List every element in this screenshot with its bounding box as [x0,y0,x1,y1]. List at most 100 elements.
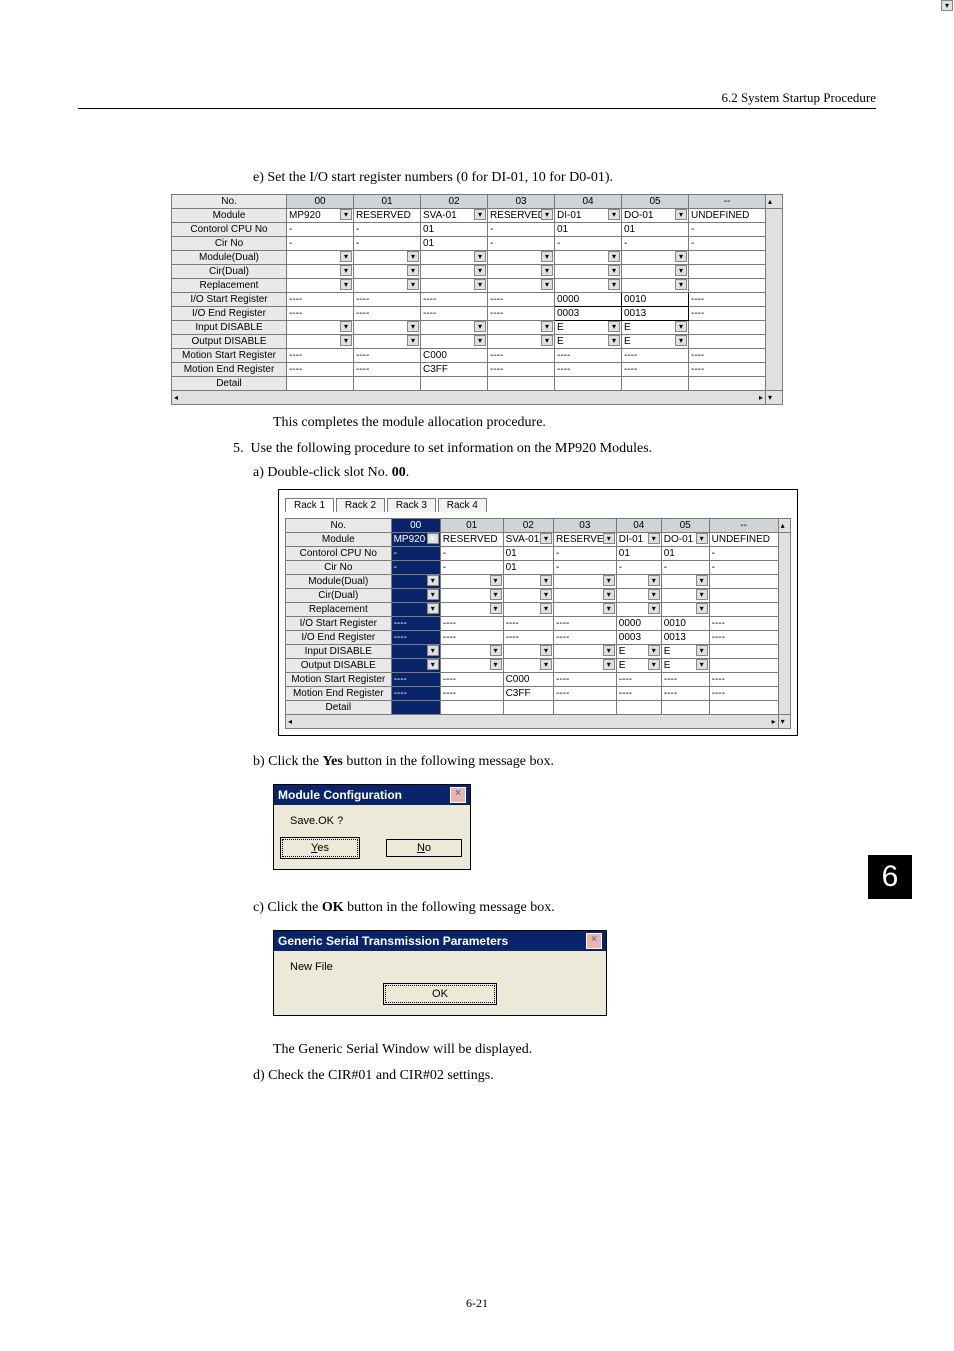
cell[interactable]: ---- [689,293,766,307]
cell[interactable] [555,265,622,279]
cell[interactable] [661,603,709,617]
cell[interactable] [503,659,553,673]
cell[interactable]: ---- [488,293,555,307]
cell[interactable] [488,279,555,293]
cell[interactable] [709,659,778,673]
cell[interactable] [488,251,555,265]
cell[interactable] [391,603,440,617]
scroll-down-icon[interactable]: ▾ [778,715,790,729]
cell[interactable] [421,335,488,349]
scrollbar-track[interactable] [766,209,783,391]
cell[interactable] [661,589,709,603]
cell[interactable] [440,589,503,603]
cell[interactable]: E [661,645,709,659]
scroll-up-icon[interactable]: ▴ [766,195,783,209]
cell[interactable] [354,279,421,293]
cell[interactable] [689,321,766,335]
cell[interactable] [553,659,616,673]
scroll-up-icon[interactable]: ▴ [778,519,790,533]
cell-selected[interactable]: MP920 [391,533,440,547]
cell[interactable] [709,589,778,603]
cell[interactable]: E [622,321,689,335]
cell[interactable] [555,279,622,293]
cell[interactable] [287,265,354,279]
cell[interactable]: E [616,659,661,673]
cell[interactable] [661,575,709,589]
cell[interactable] [440,603,503,617]
cell[interactable]: UNDEFINED [709,533,778,547]
cell[interactable] [503,575,553,589]
cell[interactable] [555,251,622,265]
cell[interactable]: ---- [503,617,553,631]
cell[interactable]: E [622,335,689,349]
close-icon[interactable]: × [450,787,466,803]
cell[interactable]: MP920 [287,209,354,223]
no-button[interactable]: No [386,839,462,857]
close-icon[interactable]: × [586,933,602,949]
tab-rack-4[interactable]: Rack 4 [438,498,487,512]
tab-rack-1[interactable]: Rack 1 [285,498,334,512]
cell[interactable]: ---- [391,617,440,631]
cell[interactable] [689,279,766,293]
cell[interactable]: E [555,335,622,349]
cell[interactable]: UNDEFINED [689,209,766,223]
cell[interactable] [488,321,555,335]
cell[interactable]: DI-01 [616,533,661,547]
cell[interactable] [421,279,488,293]
cell[interactable]: ---- [421,293,488,307]
cell[interactable] [421,321,488,335]
h-scrollbar[interactable]: ◂▸ [172,391,766,405]
cell[interactable] [709,603,778,617]
cell[interactable]: DO-01 [622,209,689,223]
h-scrollbar[interactable]: ◂▸ [286,715,779,729]
cell[interactable] [689,251,766,265]
cell[interactable]: RESERVED [488,209,555,223]
cell[interactable] [709,645,778,659]
cell[interactable] [553,575,616,589]
cell[interactable] [354,321,421,335]
cell[interactable] [689,335,766,349]
cell[interactable]: ---- [354,293,421,307]
cell[interactable] [354,265,421,279]
cell[interactable]: E [555,321,622,335]
cell[interactable] [553,603,616,617]
col-00-selected[interactable]: 00 [391,519,440,533]
cell[interactable]: ---- [440,617,503,631]
scroll-down-icon[interactable]: ▾ [766,391,783,405]
cell-io-start-04[interactable]: 0000 [555,293,622,307]
cell[interactable] [689,265,766,279]
cell[interactable] [488,265,555,279]
cell[interactable] [616,603,661,617]
cell[interactable]: DI-01 [555,209,622,223]
cell[interactable] [622,279,689,293]
cell[interactable] [391,589,440,603]
cell[interactable] [440,645,503,659]
cell[interactable] [421,265,488,279]
cell[interactable] [354,251,421,265]
cell[interactable]: 0000 [616,617,661,631]
cell[interactable] [488,335,555,349]
cell[interactable] [616,589,661,603]
cell[interactable] [440,575,503,589]
cell[interactable]: SVA-01 [421,209,488,223]
cell[interactable] [391,575,440,589]
cell[interactable] [503,645,553,659]
cell[interactable] [616,575,661,589]
tab-rack-2[interactable]: Rack 2 [336,498,385,512]
yes-button[interactable]: Yes [282,839,358,857]
cell[interactable] [553,645,616,659]
cell[interactable]: ---- [709,617,778,631]
cell[interactable] [440,659,503,673]
cell[interactable] [709,575,778,589]
cell[interactable]: RESERVED [553,533,616,547]
cell[interactable] [354,335,421,349]
cell[interactable] [391,659,440,673]
cell[interactable] [287,279,354,293]
cell[interactable]: E [616,645,661,659]
cell[interactable] [553,589,616,603]
cell[interactable] [622,265,689,279]
cell[interactable] [622,251,689,265]
cell[interactable]: ---- [287,293,354,307]
tab-rack-3[interactable]: Rack 3 [387,498,436,512]
cell[interactable] [287,335,354,349]
